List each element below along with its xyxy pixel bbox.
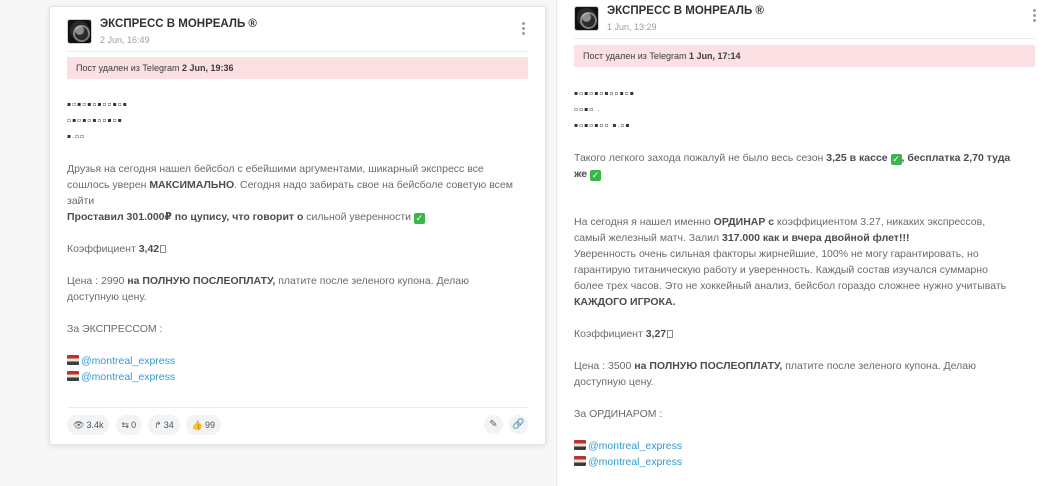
price-text: Цена : 2990 на ПОЛНУЮ ПОСЛЕОПЛАТУ, плати… — [67, 275, 469, 303]
squares-line: ▪▫▪▫▪▫▫ ▪.▫▪ — [574, 122, 631, 129]
channel-link[interactable]: @montreal_express — [588, 440, 682, 452]
price-text: Цена : 3500 на ПОЛНУЮ ПОСЛЕОПЛАТУ, плати… — [574, 360, 976, 388]
post-card-2: ЭКСПРЕСС В МОНРЕАЛЬ ® 1 Jun, 13:29 Пост … — [557, 0, 1056, 486]
edit-icon[interactable]: ✎ — [483, 415, 503, 434]
squares-line: ▫▫▪▫ . — [574, 106, 601, 113]
post-body: ▪▫▪▫▪▫▪▫▫▪▫▪ ▫▪▫▪▫▪▫▫▪▫▪ ▪.▫▫ Друзья на … — [67, 97, 522, 385]
post-date: 2 Jun, 16:49 — [100, 35, 150, 45]
header-divider — [574, 38, 1035, 39]
squares-line: ▪.▫▫ — [67, 133, 86, 140]
check-icon: ✓ — [890, 154, 902, 165]
channel-avatar[interactable] — [67, 19, 92, 44]
shares-counter[interactable]: ⇆ 0 — [115, 415, 143, 435]
squares-line: ▪▫▪▫▪▫▪▫▫▪▫▪ — [574, 90, 635, 97]
check-icon: ✓ — [413, 213, 425, 224]
for-label: За ЭКСПРЕССОМ : — [67, 323, 163, 335]
channel-name[interactable]: ЭКСПРЕСС В МОНРЕАЛЬ ® — [100, 18, 257, 30]
footer-divider — [67, 407, 528, 408]
eye-icon: 👁 — [73, 420, 85, 430]
post-header: ЭКСПРЕСС В МОНРЕАЛЬ ® 2 Jun, 16:49 — [67, 18, 528, 45]
share-icon: ⇆ — [121, 420, 130, 430]
header-divider — [67, 51, 528, 52]
post-paragraph: Проставил 301.000₽ по цупису, что говори… — [67, 211, 425, 224]
channel-link-row: @montreal_express — [574, 438, 1014, 454]
more-options-icon[interactable] — [518, 22, 528, 36]
channel-link[interactable]: @montreal_express — [81, 371, 175, 383]
flag-icon — [67, 355, 79, 365]
post-paragraph: Такого легкого захода пожалуй не было ве… — [574, 152, 1011, 181]
post-card-1: ЭКСПРЕСС В МОНРЕАЛЬ ® 2 Jun, 16:49 Пост … — [49, 6, 546, 445]
channel-link[interactable]: @montreal_express — [81, 355, 175, 367]
channel-avatar[interactable] — [574, 6, 599, 31]
more-options-icon[interactable] — [1029, 9, 1039, 23]
likes-counter[interactable]: 👍 99 — [185, 415, 221, 435]
post-stats: 👁 3.4k ⇆ 0 ↱ 34 👍 99 — [67, 415, 224, 435]
squares-line: ▫▪▫▪▫▪▫▫▪▫▪ — [67, 117, 123, 124]
post-paragraph: Уверенность очень сильная факторы жирней… — [574, 248, 1007, 308]
channel-link-row: @montreal_express — [67, 353, 522, 369]
like-icon: 👍 — [191, 420, 203, 430]
forward-icon: ↱ — [154, 420, 162, 430]
check-icon: ✓ — [590, 170, 602, 181]
for-label: За ОРДИНАРОМ : — [574, 408, 663, 420]
channel-link-row: @montreal_express — [574, 454, 1014, 470]
post-body: ▪▫▪▫▪▫▪▫▫▪▫▪ ▫▫▪▫ . ▪▫▪▫▪▫▫ ▪.▫▪ Такого … — [574, 86, 1014, 470]
views-counter[interactable]: 👁 3.4k — [67, 415, 110, 435]
post-paragraph: Друзья на сегодня нашел бейсбол с ебейши… — [67, 163, 513, 207]
flag-icon — [574, 456, 586, 466]
missing-glyph-icon — [160, 245, 167, 253]
channel-link-row: @montreal_express — [67, 369, 522, 385]
channel-name[interactable]: ЭКСПРЕСС В МОНРЕАЛЬ ® — [607, 5, 764, 17]
link-icon[interactable]: 🔗 — [509, 415, 528, 434]
post-paragraph: На сегодня я нашел именно ОРДИНАР с коэф… — [574, 216, 986, 244]
coefficient: Коэффициент 3,42 — [67, 241, 522, 257]
flag-icon — [574, 440, 586, 450]
coefficient: Коэффициент 3,27 — [574, 326, 1014, 342]
missing-glyph-icon — [667, 330, 674, 338]
channel-link[interactable]: @montreal_express — [588, 456, 682, 468]
squares-line: ▪▫▪▫▪▫▪▫▫▪▫▪ — [67, 101, 128, 108]
post-header: ЭКСПРЕСС В МОНРЕАЛЬ ® 1 Jun, 13:29 — [574, 5, 1039, 32]
post-actions: ✎ 🔗 — [481, 415, 528, 435]
post-date: 1 Jun, 13:29 — [607, 22, 657, 32]
deleted-notice: Пост удален из Telegram 2 Jun, 19:36 — [67, 57, 528, 79]
deleted-notice: Пост удален из Telegram 1 Jun, 17:14 — [574, 45, 1035, 67]
flag-icon — [67, 371, 79, 381]
forwards-counter[interactable]: ↱ 34 — [148, 415, 180, 435]
